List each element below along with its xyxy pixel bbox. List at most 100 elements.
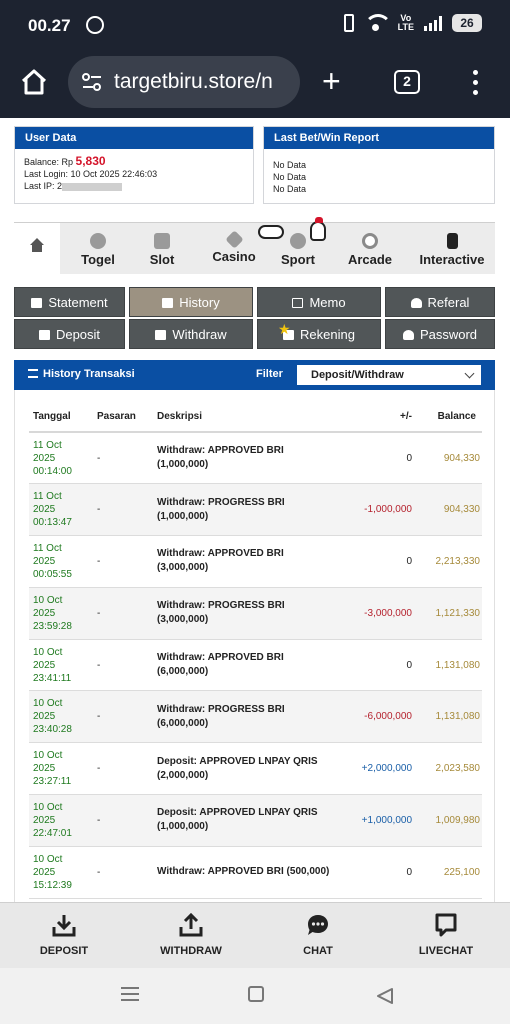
row-date: 10 Oct 2025 23:59:28 xyxy=(29,587,93,640)
row-date-day: 10 Oct xyxy=(33,801,63,813)
browser-menu-button[interactable] xyxy=(466,70,486,96)
history-title-text: History Transaksi xyxy=(43,368,135,380)
history-button[interactable]: History xyxy=(129,287,253,317)
row-date-year: 2025 xyxy=(33,607,56,619)
row-amount: 0 xyxy=(338,846,412,899)
filter-select[interactable]: Deposit/Withdraw xyxy=(297,365,481,385)
casino-icon xyxy=(224,230,244,249)
back-button[interactable] xyxy=(376,988,394,1004)
site-settings-icon[interactable] xyxy=(82,73,102,91)
tab-home[interactable] xyxy=(14,223,60,275)
row-date: 10 Oct 2025 15:12:39 xyxy=(29,846,93,899)
signal-icon xyxy=(424,15,442,31)
withdraw-nav-button[interactable]: WITHDRAW xyxy=(141,913,241,957)
slot-icon xyxy=(154,233,170,249)
home-icon[interactable] xyxy=(20,68,48,96)
new-tab-button[interactable]: + xyxy=(322,65,341,97)
col-balance: Balance xyxy=(412,402,482,433)
row-date-time: 00:05:55 xyxy=(33,568,72,580)
row-description: Withdraw: APPROVED BRI (6,000,000) xyxy=(157,639,338,692)
row-pasaran: - xyxy=(93,483,157,537)
row-description-line: (6,000,000) xyxy=(157,717,209,729)
table-row: 11 Oct 2025 00:13:47- Withdraw: PROGRESS BR… xyxy=(29,483,482,537)
row-pasaran: - xyxy=(93,639,157,692)
tab-arcade[interactable]: Arcade xyxy=(340,223,400,275)
tab-label: Sport xyxy=(281,252,315,267)
button-label: Statement xyxy=(48,295,108,310)
recent-apps-button[interactable] xyxy=(121,987,139,1001)
row-description-line: (3,000,000) xyxy=(157,614,209,626)
withdraw-menu-button[interactable]: Withdraw xyxy=(129,319,253,349)
row-date-year: 2025 xyxy=(33,711,56,723)
history-table: Tanggal Pasaran Deskripsi +/- Balance 11… xyxy=(29,402,482,899)
tab-interactive[interactable]: Interactive xyxy=(412,223,492,275)
balance-value: 5,830 xyxy=(75,154,106,168)
sport-icon xyxy=(290,233,306,249)
rekening-button[interactable]: ★ Rekening xyxy=(257,319,381,349)
user-icon xyxy=(402,330,414,340)
row-pasaran: - xyxy=(93,432,157,485)
table-row: 11 Oct 2025 00:14:00- Withdraw: APPROVED BR… xyxy=(29,432,482,485)
tab-casino[interactable]: Casino xyxy=(206,223,262,275)
row-date-year: 2025 xyxy=(33,504,56,516)
statement-button[interactable]: Statement xyxy=(14,287,125,317)
vibrate-icon xyxy=(343,14,354,32)
tab-label: Interactive xyxy=(419,252,485,267)
row-date: 10 Oct 2025 23:27:11 xyxy=(29,742,93,796)
livechat-nav-button[interactable]: LIVECHAT xyxy=(396,913,496,957)
row-date-time: 22:47:01 xyxy=(33,827,72,839)
chat-nav-button[interactable]: CHAT xyxy=(268,913,368,957)
chat-icon xyxy=(308,915,328,935)
row-balance: 1,131,080 xyxy=(412,639,482,692)
deposit-menu-button[interactable]: Deposit xyxy=(14,319,125,349)
row-description: Withdraw: APPROVED BRI (3,000,000) xyxy=(157,535,338,588)
list-icon xyxy=(28,369,38,378)
row-date-time: 00:13:47 xyxy=(33,517,72,529)
url-text[interactable]: targetbiru.store/n xyxy=(114,70,292,94)
button-label: Rekening xyxy=(300,327,355,342)
button-label: Deposit xyxy=(55,327,101,342)
button-label: Password xyxy=(419,327,478,342)
row-date: 10 Oct 2025 23:40:28 xyxy=(29,690,93,744)
row-date: 11 Oct 2025 00:13:47 xyxy=(29,483,93,537)
calendar-icon xyxy=(162,298,174,308)
table-row: 10 Oct 2025 23:40:28- Withdraw: PROGRESS BR… xyxy=(29,690,482,744)
row-amount: -1,000,000 xyxy=(338,483,412,537)
row-balance: 904,330 xyxy=(412,483,482,537)
nav-label: CHAT xyxy=(303,945,333,957)
tab-label: Casino xyxy=(212,249,256,264)
calendar-icon xyxy=(31,298,43,308)
col-deskripsi: Deskripsi xyxy=(157,402,338,433)
tab-slot[interactable]: Slot xyxy=(136,223,188,275)
deposit-nav-button[interactable]: DEPOSIT xyxy=(14,913,114,957)
filter-label: Filter xyxy=(256,368,283,380)
home-icon xyxy=(30,238,44,252)
row-date-day: 11 Oct xyxy=(33,491,62,503)
referal-button[interactable]: Referal xyxy=(385,287,495,317)
row-balance: 1,131,080 xyxy=(412,690,482,744)
tab-sport[interactable]: Sport xyxy=(258,217,326,275)
mascot-icon xyxy=(310,217,326,241)
tab-togel[interactable]: Togel xyxy=(70,223,126,275)
row-date-year: 2025 xyxy=(33,659,56,671)
col-amount: +/- xyxy=(338,402,412,433)
url-bar[interactable]: targetbiru.store/n xyxy=(68,56,300,108)
user-data-panel: User Data Balance: Rp 5,830 Last Login: … xyxy=(14,126,254,204)
table-row: 10 Oct 2025 23:41:11- Withdraw: APPROVED BR… xyxy=(29,639,482,692)
row-amount: +2,000,000 xyxy=(338,742,412,796)
arcade-icon xyxy=(362,233,378,249)
row-date-year: 2025 xyxy=(33,555,56,567)
row-amount: 0 xyxy=(338,432,412,485)
page-content: User Data Balance: Rp 5,830 Last Login: … xyxy=(0,118,510,902)
row-amount: +1,000,000 xyxy=(338,794,412,847)
home-nav-button[interactable] xyxy=(248,986,264,1002)
tab-switcher-button[interactable]: 2 xyxy=(394,70,420,94)
memo-button[interactable]: Memo xyxy=(257,287,381,317)
password-button[interactable]: Password xyxy=(385,319,495,349)
last-ip-line: Last IP: 2 xyxy=(24,180,253,192)
user-data-title: User Data xyxy=(15,127,253,149)
row-description: Withdraw: APPROVED BRI (1,000,000) xyxy=(157,432,338,485)
button-label: History xyxy=(179,295,220,310)
whatsapp-icon xyxy=(86,16,104,34)
row-description-line: Withdraw: PROGRESS BRI xyxy=(157,496,285,508)
